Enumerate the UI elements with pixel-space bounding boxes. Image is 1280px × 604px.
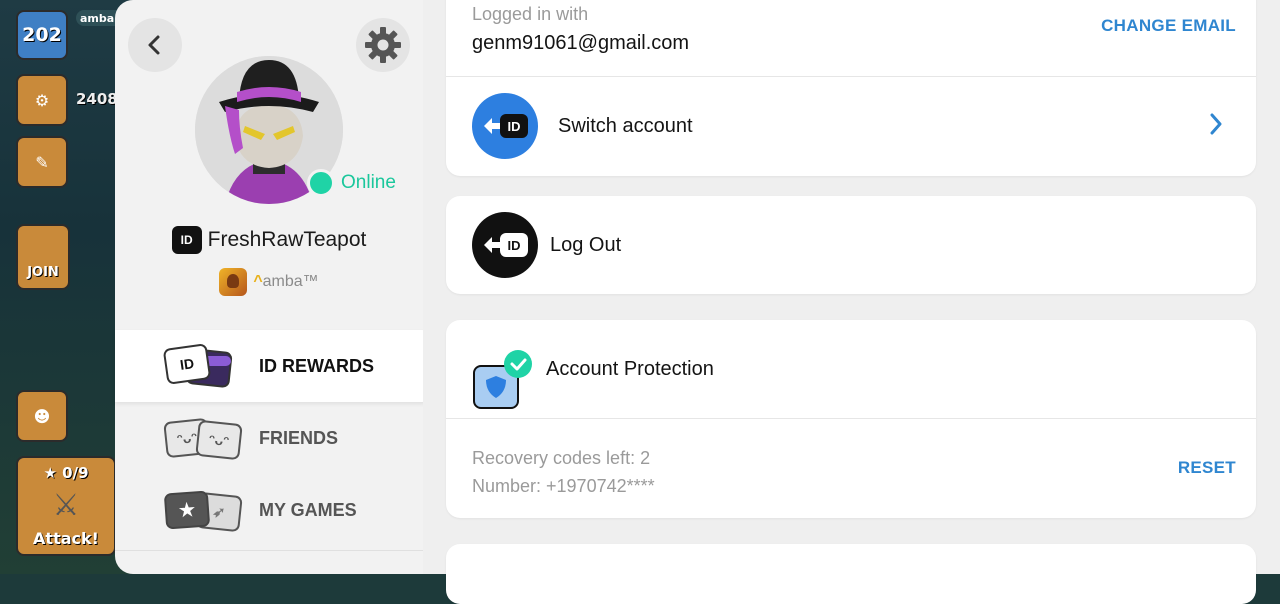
account-protection-label: Account Protection (546, 358, 714, 380)
next-card (446, 544, 1256, 604)
attack-stars: ★ 0/9 (43, 464, 89, 482)
id-badge-icon: ID (171, 226, 202, 254)
logout-label: Log Out (550, 233, 622, 256)
account-content: Logged in with genm91061@gmail.com CHANG… (423, 0, 1280, 604)
online-status-label: Online (341, 172, 396, 193)
svg-text:ID: ID (508, 238, 521, 253)
chevron-left-icon (148, 35, 160, 55)
svg-text:ID: ID (508, 119, 521, 134)
nav-item-friends[interactable]: ᵔᴗᵔ ᵔᴗᵔ FRIENDS (115, 402, 423, 474)
friends-icon: ᵔᴗᵔ ᵔᴗᵔ (163, 412, 243, 464)
scroll-icon[interactable]: ✎ (16, 136, 68, 188)
builder-icon[interactable]: ⚙ (16, 74, 68, 126)
attack-button[interactable]: ★ 0/9 ⚔ Attack! (16, 456, 116, 556)
logout-icon: ID (472, 212, 538, 278)
change-email-button[interactable]: CHANGE EMAIL (1101, 16, 1236, 36)
recovery-codes-left: Recovery codes left: 2 (472, 448, 651, 468)
switch-account-row[interactable]: ID Switch account (446, 76, 1256, 176)
chevron-right-icon (1210, 113, 1222, 135)
nav-divider (115, 550, 423, 551)
logout-button[interactable]: ID Log Out (446, 196, 1256, 294)
switch-account-label: Switch account (558, 114, 693, 137)
nav-label-friends: FRIENDS (259, 427, 339, 448)
player-level-badge[interactable]: 202 (16, 10, 68, 60)
logged-in-label: Logged in with (472, 4, 589, 24)
attack-label: Attack! (33, 529, 99, 548)
recovery-phone-number: Number: +1970742**** (472, 476, 655, 496)
recovery-info: Recovery codes left: 2 Number: +1970742*… (472, 444, 655, 500)
join-clan-button[interactable]: JOIN (16, 224, 70, 290)
username: FreshRawTeapot (207, 228, 367, 251)
nav-item-my-games[interactable]: ➶ ★ MY GAMES (115, 474, 423, 546)
clan-badge-icon (219, 268, 248, 296)
divider (446, 418, 1256, 419)
account-protection-card: Account Protection Recovery codes left: … (446, 320, 1256, 518)
online-status-dot (307, 169, 335, 197)
email-value: genm91061@gmail.com (472, 32, 690, 54)
account-card: Logged in with genm91061@gmail.com CHANG… (446, 0, 1256, 176)
nav-label-my-games: MY GAMES (259, 499, 357, 520)
hero-icon[interactable]: ☻ (16, 390, 68, 442)
gear-icon (365, 27, 401, 63)
back-button[interactable] (128, 18, 182, 72)
profile-panel: Online ID FreshRawTeapot ^amba™ ID ID RE… (115, 0, 428, 574)
my-games-icon: ➶ ★ (163, 484, 243, 536)
nav-label-id-rewards: ID REWARDS (259, 355, 375, 376)
switch-account-icon: ID (472, 93, 538, 159)
clan-name: ^amba™ (253, 273, 319, 290)
nav-item-id-rewards[interactable]: ID ID REWARDS (115, 330, 428, 402)
settings-button[interactable] (356, 18, 410, 72)
reset-button[interactable]: RESET (1178, 458, 1236, 478)
resource-count: 2408 (76, 90, 118, 108)
id-rewards-icon: ID (162, 340, 241, 392)
clan-row: ^amba™ (115, 268, 423, 296)
profile-nav: ID ID REWARDS ᵔᴗᵔ ᵔᴗᵔ FRIENDS ➶ ★ MY GAM… (115, 330, 428, 546)
username-row: ID FreshRawTeapot (115, 226, 423, 254)
axes-icon: ⚔ (52, 488, 80, 523)
shield-icon (472, 350, 538, 409)
